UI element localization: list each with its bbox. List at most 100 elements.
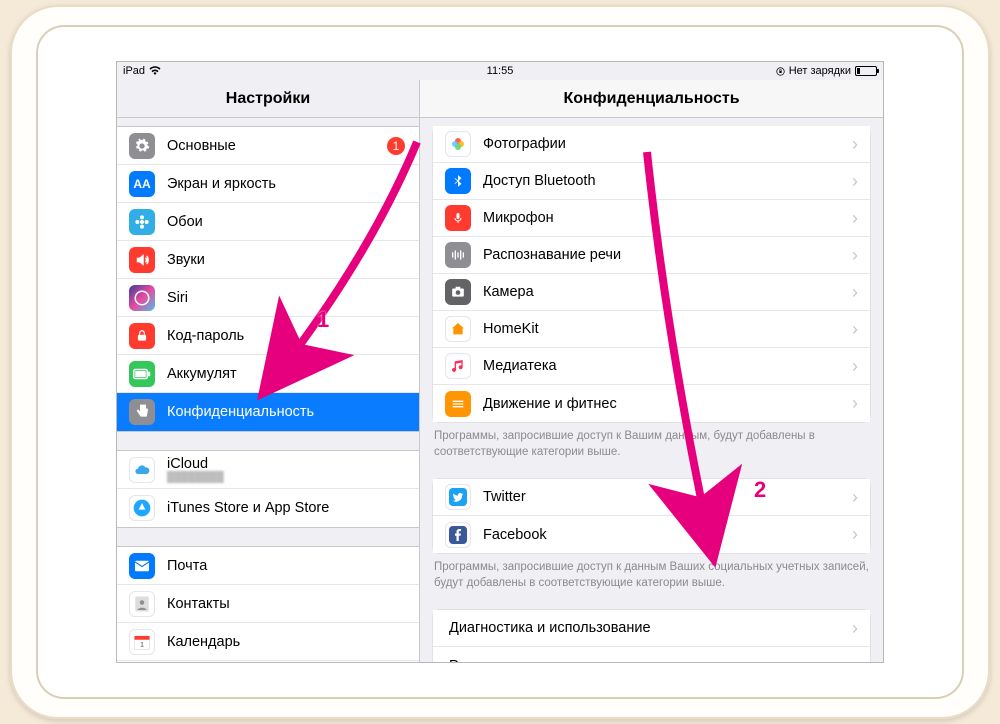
sidebar-item-battery[interactable]: Аккумулят: [117, 355, 419, 393]
row-label: Почта: [167, 558, 407, 574]
privacy-item-motion[interactable]: Движение и фитнес ›: [433, 385, 870, 422]
row-label: Экран и яркость: [167, 176, 407, 192]
diag-item-0[interactable]: Диагностика и использование ›: [433, 610, 870, 647]
speaker-icon: [129, 247, 155, 273]
chevron-right-icon: ›: [852, 245, 858, 266]
row-label: Фотографии: [483, 136, 846, 152]
social-item-facebook[interactable]: Facebook ›: [433, 516, 870, 553]
sidebar-item-speaker[interactable]: Звуки: [117, 241, 419, 279]
svg-text:1: 1: [140, 641, 144, 648]
flower-icon: [129, 209, 155, 235]
sidebar-item-cloud[interactable]: iCloud████████: [117, 451, 419, 489]
camera-icon: [445, 279, 471, 305]
sidebar-item-hand[interactable]: Конфиденциальность: [117, 393, 419, 431]
badge: 1: [387, 137, 405, 155]
row-sublabel: ████████: [167, 472, 407, 483]
chevron-right-icon: ›: [852, 134, 858, 155]
photos-icon: [445, 131, 471, 157]
calendar-icon: 1: [129, 629, 155, 655]
ipad-frame: iPad 11:55 Нет зарядки Настройки Основны…: [10, 5, 990, 719]
privacy-item-home[interactable]: HomeKit ›: [433, 311, 870, 348]
settings-sidebar: Настройки Основные1AAЭкран и яркостьОбои…: [117, 80, 420, 662]
row-label: Камера: [483, 284, 846, 300]
row-label: iCloud: [167, 456, 407, 472]
privacy-item-camera[interactable]: Камера ›: [433, 274, 870, 311]
chevron-right-icon: ›: [852, 319, 858, 340]
chevron-right-icon: ›: [852, 487, 858, 508]
sidebar-item-gear[interactable]: Основные1: [117, 127, 419, 165]
gear-icon: [129, 133, 155, 159]
twitter-icon: [445, 484, 471, 510]
sidebar-item-appstore[interactable]: iTunes Store и App Store: [117, 489, 419, 527]
chevron-right-icon: ›: [852, 524, 858, 545]
charge-label: Нет зарядки: [789, 65, 851, 77]
privacy-item-music[interactable]: Медиатека ›: [433, 348, 870, 385]
hand-icon: [129, 399, 155, 425]
row-label: Звуки: [167, 252, 407, 268]
statusbar: iPad 11:55 Нет зарядки: [117, 62, 883, 80]
privacy-item-photos[interactable]: Фотографии ›: [433, 126, 870, 163]
lock-icon: [129, 323, 155, 349]
sidebar-item-siri[interactable]: Siri: [117, 279, 419, 317]
row-label: Диагностика и использование: [449, 620, 846, 636]
row-label: Медиатека: [483, 358, 846, 374]
social-footer: Программы, запросившие доступ к данным В…: [420, 554, 883, 591]
row-label: Facebook: [483, 527, 846, 543]
detail-pane: Конфиденциальность Фотографии›Доступ Blu…: [420, 80, 883, 662]
sidebar-item-contacts[interactable]: Контакты: [117, 585, 419, 623]
row-label: Основные: [167, 138, 387, 154]
AA-icon: AA: [129, 171, 155, 197]
row-label: Обои: [167, 214, 407, 230]
speech-icon: [445, 242, 471, 268]
chevron-right-icon: ›: [852, 655, 858, 662]
chevron-right-icon: ›: [852, 282, 858, 303]
sidebar-item-mail[interactable]: Почта: [117, 547, 419, 585]
annotation-2: 2: [754, 477, 766, 503]
row-label: Siri: [167, 290, 407, 306]
cloud-icon: [129, 457, 155, 483]
sidebar-item-lock[interactable]: Код-пароль: [117, 317, 419, 355]
siri-icon: [129, 285, 155, 311]
device-label: iPad: [123, 65, 145, 77]
row-label: Конфиденциальность: [167, 404, 407, 420]
battery-icon: [129, 361, 155, 387]
row-label: iTunes Store и App Store: [167, 500, 407, 516]
chevron-right-icon: ›: [852, 208, 858, 229]
row-label: HomeKit: [483, 321, 846, 337]
privacy-footer: Программы, запросившие доступ к Вашим да…: [420, 423, 883, 460]
privacy-item-bluetooth[interactable]: Доступ Bluetooth›: [433, 163, 870, 200]
sidebar-item-AA[interactable]: AA Экран и яркость: [117, 165, 419, 203]
sidebar-item-calendar[interactable]: 1 Календарь: [117, 623, 419, 661]
row-label: Движение и фитнес: [483, 396, 846, 412]
row-label: Контакты: [167, 596, 407, 612]
orientation-lock-icon: [776, 67, 785, 76]
chevron-right-icon: ›: [852, 618, 858, 639]
detail-title: Конфиденциальность: [420, 80, 883, 118]
battery-icon: [855, 66, 877, 76]
diag-item-1[interactable]: Реклама›: [433, 647, 870, 662]
sidebar-item-notes[interactable]: Заметки: [117, 661, 419, 662]
privacy-item-mic[interactable]: Микрофон ›: [433, 200, 870, 237]
row-label: Микрофон: [483, 210, 846, 226]
appstore-icon: [129, 495, 155, 521]
sidebar-item-flower[interactable]: Обои: [117, 203, 419, 241]
annotation-1: 1: [317, 307, 329, 333]
mail-icon: [129, 553, 155, 579]
chevron-right-icon: ›: [852, 171, 858, 192]
row-label: Twitter: [483, 489, 846, 505]
music-icon: [445, 353, 471, 379]
chevron-right-icon: ›: [852, 393, 858, 414]
chevron-right-icon: ›: [852, 356, 858, 377]
motion-icon: [445, 391, 471, 417]
facebook-icon: [445, 522, 471, 548]
contacts-icon: [129, 591, 155, 617]
row-label: Код-пароль: [167, 328, 407, 344]
row-label: Календарь: [167, 634, 407, 650]
row-label: Аккумулят: [167, 366, 407, 382]
mic-icon: [445, 205, 471, 231]
wifi-icon: [149, 66, 161, 76]
privacy-item-speech[interactable]: Распознавание речи ›: [433, 237, 870, 274]
sidebar-title: Настройки: [117, 80, 419, 118]
row-label: Распознавание речи: [483, 247, 846, 263]
social-item-twitter[interactable]: Twitter ›: [433, 479, 870, 516]
